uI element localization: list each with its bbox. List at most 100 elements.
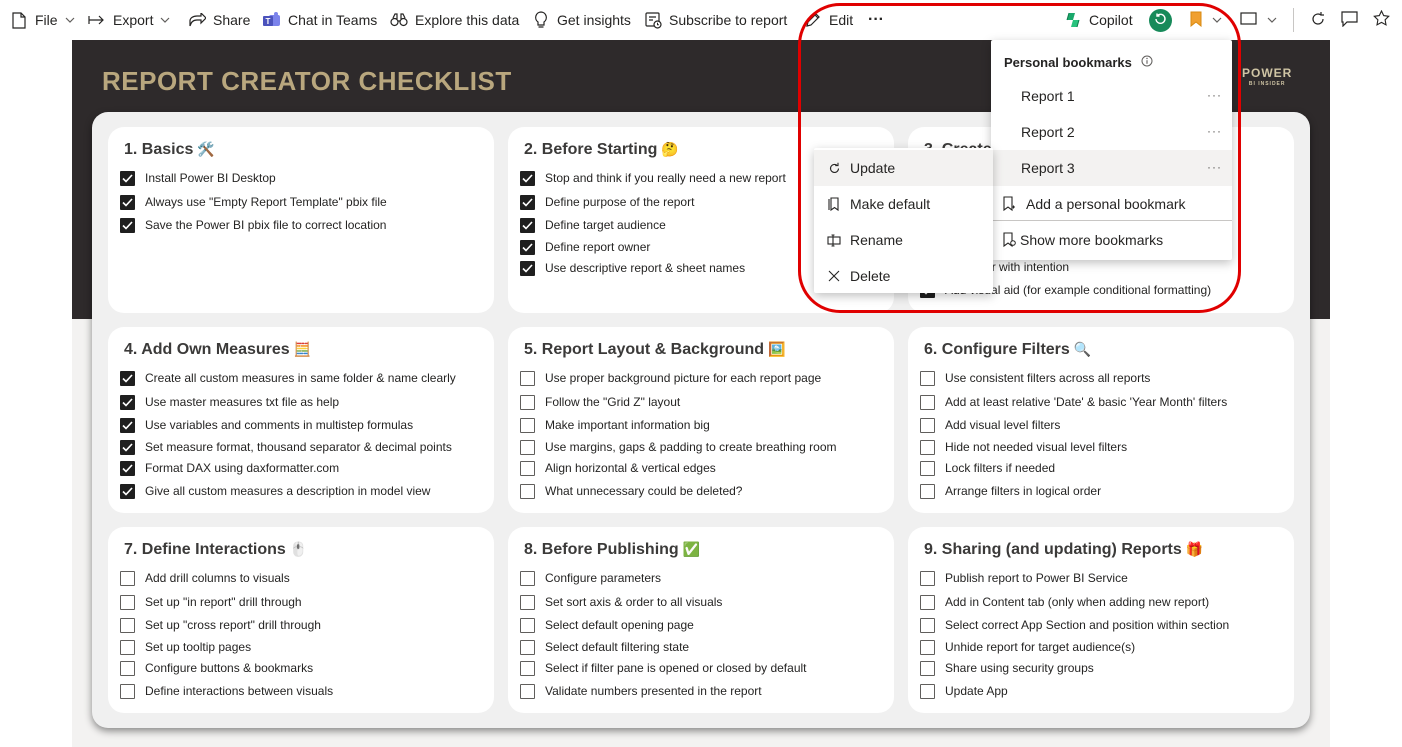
checkbox-unchecked[interactable] xyxy=(920,460,935,476)
checkbox-unchecked[interactable] xyxy=(120,594,135,610)
checklist-item[interactable]: Select default filtering state xyxy=(520,638,689,656)
file-menu[interactable]: File xyxy=(4,0,81,40)
checklist-item[interactable]: Save the Power BI pbix file to correct l… xyxy=(120,216,386,234)
checklist-item[interactable]: Add drill columns to visuals xyxy=(120,569,290,587)
bookmarks-button[interactable] xyxy=(1184,0,1228,40)
checkbox-checked[interactable] xyxy=(120,194,135,210)
checkbox-unchecked[interactable] xyxy=(520,460,535,476)
bookmark-more-button[interactable]: ··· xyxy=(1207,88,1222,102)
checkbox-unchecked[interactable] xyxy=(520,394,535,410)
checklist-item[interactable]: Set sort axis & order to all visuals xyxy=(520,593,722,611)
get-insights-button[interactable]: Get insights xyxy=(526,0,637,40)
checkbox-unchecked[interactable] xyxy=(920,660,935,676)
checklist-item[interactable]: Use proper background picture for each r… xyxy=(520,369,821,387)
checklist-item[interactable]: Add at least relative 'Date' & basic 'Ye… xyxy=(920,393,1227,411)
checkbox-unchecked[interactable] xyxy=(520,417,535,433)
checklist-item[interactable]: Follow the "Grid Z" layout xyxy=(520,393,680,411)
checklist-item[interactable]: Use consistent filters across all report… xyxy=(920,369,1150,387)
checkbox-unchecked[interactable] xyxy=(520,483,535,499)
explore-data-button[interactable]: Explore this data xyxy=(384,0,525,40)
checkbox-unchecked[interactable] xyxy=(520,370,535,386)
export-menu[interactable]: Export xyxy=(82,0,176,40)
checklist-item[interactable]: Use margins, gaps & padding to create br… xyxy=(520,438,837,456)
checklist-item[interactable]: Format DAX using daxformatter.com xyxy=(120,459,339,477)
checklist-item[interactable]: Give all custom measures a description i… xyxy=(120,482,430,500)
checkbox-unchecked[interactable] xyxy=(920,439,935,455)
checkbox-checked[interactable] xyxy=(120,417,135,433)
add-personal-bookmark-button[interactable]: Add a personal bookmark xyxy=(991,186,1232,222)
checklist-item[interactable]: Share using security groups xyxy=(920,659,1094,677)
chat-in-teams-button[interactable]: T Chat in Teams xyxy=(257,0,383,40)
checklist-item[interactable]: Create all custom measures in same folde… xyxy=(120,369,456,387)
checklist-item[interactable]: Configure parameters xyxy=(520,569,661,587)
checklist-item[interactable]: Arrange filters in logical order xyxy=(920,482,1101,500)
checkbox-unchecked[interactable] xyxy=(120,639,135,655)
checklist-item[interactable]: Set up tooltip pages xyxy=(120,638,251,656)
checklist-item[interactable]: What unnecessary could be deleted? xyxy=(520,482,742,500)
checkbox-checked[interactable] xyxy=(120,483,135,499)
checkbox-unchecked[interactable] xyxy=(920,594,935,610)
checklist-item[interactable]: Install Power BI Desktop xyxy=(120,169,276,187)
checklist-item[interactable]: Select if filter pane is opened or close… xyxy=(520,659,807,677)
checkbox-unchecked[interactable] xyxy=(120,660,135,676)
favorite-button[interactable] xyxy=(1373,9,1390,30)
checkbox-unchecked[interactable] xyxy=(520,660,535,676)
make-default-item[interactable]: Make default xyxy=(814,186,993,222)
checkbox-checked[interactable] xyxy=(520,170,535,186)
checklist-item[interactable]: Define report owner xyxy=(520,238,650,256)
checklist-item[interactable]: Configure buttons & bookmarks xyxy=(120,659,313,677)
bookmark-item-report-3[interactable]: Report 3 ··· xyxy=(991,150,1232,186)
checkbox-checked[interactable] xyxy=(120,439,135,455)
checklist-item[interactable]: Define target audience xyxy=(520,216,666,234)
info-icon[interactable] xyxy=(1141,55,1153,70)
checklist-item[interactable]: Unhide report for target audience(s) xyxy=(920,638,1135,656)
checklist-item[interactable]: Hide not needed visual level filters xyxy=(920,438,1127,456)
more-options-button[interactable]: ··· xyxy=(862,0,890,40)
checkbox-unchecked[interactable] xyxy=(920,417,935,433)
checklist-item[interactable]: Set measure format, thousand separator &… xyxy=(120,438,452,456)
checkbox-checked[interactable] xyxy=(120,370,135,386)
checkbox-checked[interactable] xyxy=(520,194,535,210)
checkbox-checked[interactable] xyxy=(120,217,135,233)
checklist-item[interactable]: Add visual level filters xyxy=(920,416,1060,434)
checkbox-unchecked[interactable] xyxy=(120,617,135,633)
subscribe-button[interactable]: Subscribe to report xyxy=(638,0,793,40)
checklist-item[interactable]: Use variables and comments in multistep … xyxy=(120,416,413,434)
checkbox-unchecked[interactable] xyxy=(520,439,535,455)
checkbox-unchecked[interactable] xyxy=(920,370,935,386)
checkbox-unchecked[interactable] xyxy=(520,617,535,633)
copilot-button[interactable]: Copilot xyxy=(1058,0,1139,40)
checklist-item[interactable]: Make important information big xyxy=(520,416,710,434)
checklist-item[interactable]: Lock filters if needed xyxy=(920,459,1055,477)
checklist-item[interactable]: Set up "in report" drill through xyxy=(120,593,302,611)
checkbox-unchecked[interactable] xyxy=(120,570,135,586)
checkbox-unchecked[interactable] xyxy=(920,639,935,655)
checklist-item[interactable]: Set up "cross report" drill through xyxy=(120,616,321,634)
checkbox-checked[interactable] xyxy=(520,260,535,276)
checkbox-unchecked[interactable] xyxy=(520,594,535,610)
checklist-item[interactable]: Align horizontal & vertical edges xyxy=(520,459,716,477)
checklist-item[interactable]: Define purpose of the report xyxy=(520,193,694,211)
checklist-item[interactable]: Publish report to Power BI Service xyxy=(920,569,1128,587)
checklist-item[interactable]: Use descriptive report & sheet names xyxy=(520,259,745,277)
delete-item[interactable]: Delete xyxy=(814,258,993,294)
checklist-item[interactable]: Stop and think if you really need a new … xyxy=(520,169,786,187)
checkbox-unchecked[interactable] xyxy=(920,570,935,586)
comments-button[interactable] xyxy=(1341,11,1358,30)
rename-item[interactable]: Rename xyxy=(814,222,993,258)
checkbox-unchecked[interactable] xyxy=(120,683,135,699)
checklist-item[interactable]: Add in Content tab (only when adding new… xyxy=(920,593,1209,611)
update-bookmark-item[interactable]: Update xyxy=(814,150,993,186)
checkbox-unchecked[interactable] xyxy=(520,683,535,699)
checklist-item[interactable]: Use master measures txt file as help xyxy=(120,393,339,411)
bookmark-more-button[interactable]: ··· xyxy=(1207,124,1222,138)
checklist-item[interactable]: Define interactions between visuals xyxy=(120,682,333,700)
checklist-item[interactable]: Validate numbers presented in the report xyxy=(520,682,762,700)
bookmark-item-report-1[interactable]: Report 1 ··· xyxy=(991,78,1232,114)
reset-button[interactable] xyxy=(1149,9,1172,32)
checkbox-unchecked[interactable] xyxy=(520,570,535,586)
checkbox-checked[interactable] xyxy=(520,239,535,255)
checkbox-unchecked[interactable] xyxy=(920,617,935,633)
checkbox-unchecked[interactable] xyxy=(520,639,535,655)
checkbox-checked[interactable] xyxy=(520,217,535,233)
